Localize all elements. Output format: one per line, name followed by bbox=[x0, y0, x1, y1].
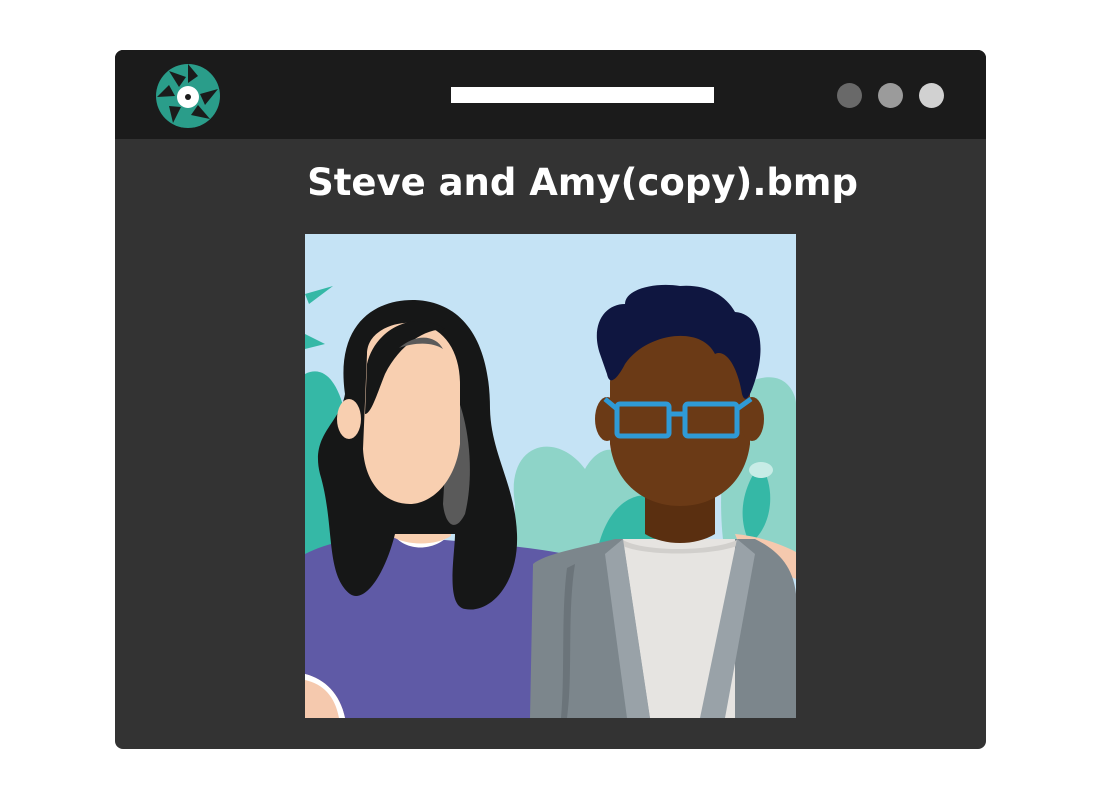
minimize-button[interactable] bbox=[837, 83, 862, 108]
title-bar bbox=[115, 50, 986, 139]
file-name-title: Steve and Amy(copy).bmp bbox=[307, 161, 858, 204]
close-button[interactable] bbox=[919, 83, 944, 108]
maximize-button[interactable] bbox=[878, 83, 903, 108]
photo-image bbox=[305, 234, 796, 718]
camera-aperture-icon[interactable] bbox=[155, 63, 221, 129]
image-viewer-window: Steve and Amy(copy).bmp bbox=[115, 50, 986, 749]
address-bar[interactable] bbox=[451, 87, 714, 103]
